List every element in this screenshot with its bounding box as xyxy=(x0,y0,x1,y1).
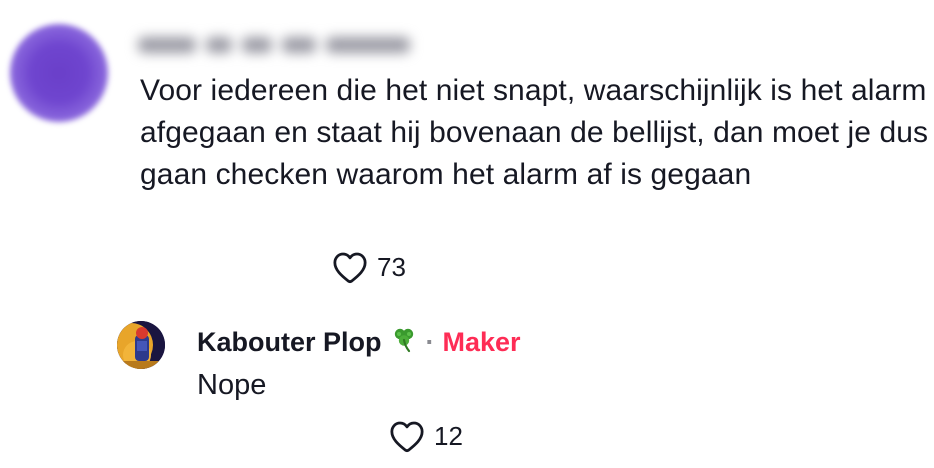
commenter-name-blurred[interactable] xyxy=(138,28,416,62)
separator-dot: · xyxy=(425,326,435,357)
reply-text: Nope xyxy=(197,369,267,401)
comment-like-button[interactable]: 73 xyxy=(331,250,406,284)
reply-like-button[interactable]: 12 xyxy=(388,419,463,453)
commenter-avatar[interactable] xyxy=(10,24,108,122)
heart-outline-icon[interactable] xyxy=(331,250,369,284)
reply-author-avatar[interactable] xyxy=(117,321,165,369)
reply-header: Kabouter Plop · Maker xyxy=(197,324,521,360)
comment-like-count: 73 xyxy=(377,251,406,282)
reply-author-name[interactable]: Kabouter Plop xyxy=(197,327,382,358)
heart-outline-icon[interactable] xyxy=(388,419,426,453)
comment-text: Voor iedereen die het niet snapt, waarsc… xyxy=(140,74,929,191)
shamrock-emoji-icon xyxy=(390,325,418,360)
avatar-image xyxy=(117,321,165,369)
reply-like-count: 12 xyxy=(434,420,463,451)
maker-badge: Maker xyxy=(442,326,521,357)
